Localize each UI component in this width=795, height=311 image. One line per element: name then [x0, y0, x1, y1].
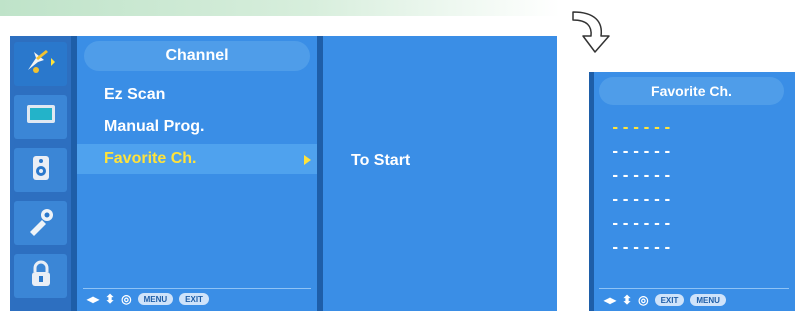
menu-item-label: Ez Scan	[104, 86, 166, 103]
left-right-arrows-icon: ◂▸	[604, 293, 617, 307]
favorite-slot[interactable]: ------	[611, 168, 674, 184]
favorite-slot[interactable]: ------	[611, 120, 674, 136]
sidebar-item-audio[interactable]	[14, 148, 67, 192]
menu-item-favorite-ch[interactable]: Favorite Ch.	[77, 144, 317, 174]
menu-item-label: Manual Prog.	[104, 118, 205, 135]
ok-button-icon: ◎	[121, 292, 132, 306]
submenu-arrow-icon	[304, 155, 311, 165]
antenna-icon	[24, 48, 58, 81]
picture-icon	[26, 104, 56, 131]
up-down-arrows-icon: ⬍	[622, 293, 633, 307]
left-right-arrows-icon: ◂▸	[87, 292, 100, 306]
ok-button-icon: ◎	[638, 293, 649, 307]
navbar-divider	[599, 288, 789, 289]
channel-title: Channel	[84, 41, 310, 71]
sidebar-item-lock[interactable]	[14, 254, 67, 298]
curved-arrow-icon	[567, 8, 617, 56]
favorite-channel-osd: Favorite Ch. ------ ------ ------ ------…	[589, 72, 795, 311]
favorite-ch-title: Favorite Ch.	[599, 77, 784, 105]
osd-sidebar	[10, 36, 71, 311]
exit-key-badge: EXIT	[654, 294, 685, 306]
favorite-slot[interactable]: ------	[611, 216, 674, 232]
option-icon	[26, 206, 56, 241]
channel-menu-panel: Channel Ez Scan Manual Prog. Favorite Ch…	[77, 36, 317, 311]
favorite-navbar: ◂▸ ⬍ ◎ EXIT MENU	[604, 293, 726, 307]
submenu-panel: To Start	[323, 36, 557, 311]
sidebar-item-option[interactable]	[14, 201, 67, 245]
menu-key-badge: MENU	[690, 294, 726, 306]
up-down-arrows-icon: ⬍	[105, 292, 116, 306]
navbar-divider	[83, 288, 311, 289]
top-gradient-band	[0, 0, 560, 16]
lock-icon	[30, 260, 52, 293]
menu-item-ez-scan[interactable]: Ez Scan	[77, 80, 317, 110]
favorite-slot[interactable]: ------	[611, 192, 674, 208]
menu-item-manual-prog[interactable]: Manual Prog.	[77, 112, 317, 142]
sidebar-item-picture[interactable]	[14, 95, 67, 139]
favorite-slot[interactable]: ------	[611, 144, 674, 160]
sidebar-item-channel[interactable]	[14, 42, 67, 86]
menu-key-badge: MENU	[137, 293, 174, 305]
to-start-option[interactable]: To Start	[351, 152, 410, 170]
menu-item-label: Favorite Ch.	[104, 150, 197, 167]
menu-navbar: ◂▸ ⬍ ◎ MENU EXIT	[87, 291, 209, 307]
audio-icon	[30, 154, 52, 187]
exit-key-badge: EXIT	[179, 293, 209, 305]
favorite-slot[interactable]: ------	[611, 240, 674, 256]
channel-osd: Channel Ez Scan Manual Prog. Favorite Ch…	[10, 36, 557, 311]
favorite-channel-panel: Favorite Ch. ------ ------ ------ ------…	[594, 72, 795, 311]
